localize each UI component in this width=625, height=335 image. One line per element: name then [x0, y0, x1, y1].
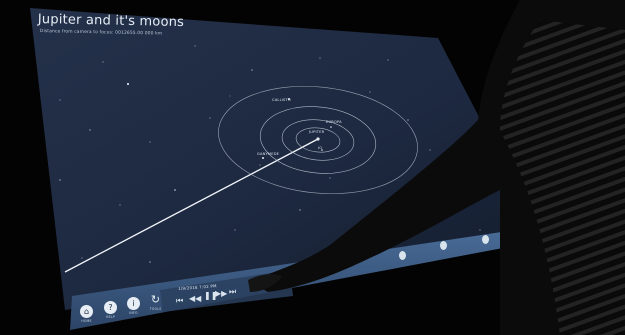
photo-scene: Jupiter and it's moons Distance from cam… [0, 0, 625, 335]
person-silhouette [248, 0, 625, 335]
